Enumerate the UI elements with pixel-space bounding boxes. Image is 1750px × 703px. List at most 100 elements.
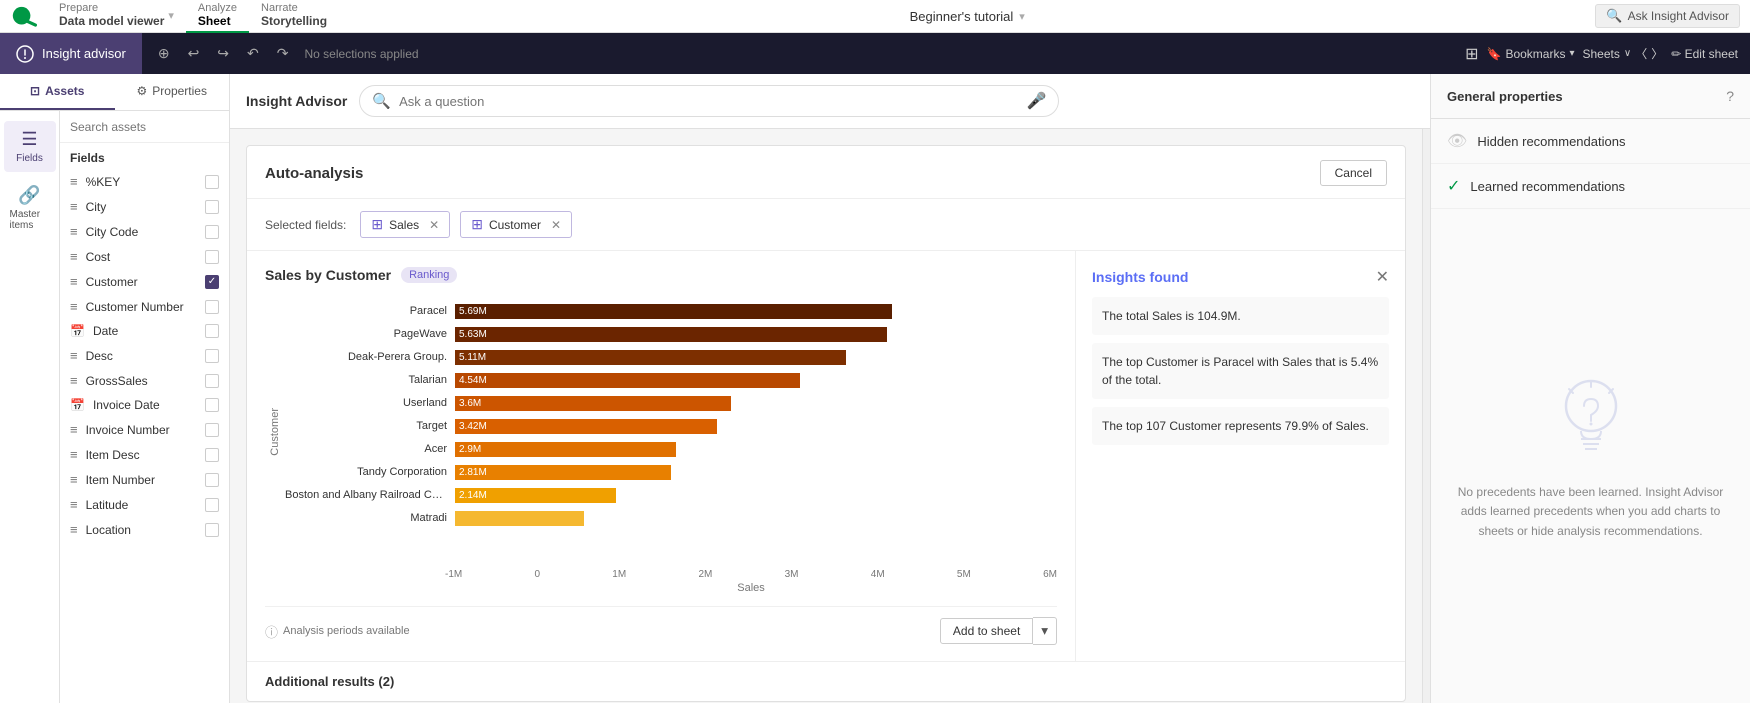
sales-field-tag[interactable]: ⊞ Sales ✕ [360, 211, 450, 238]
redo-icon-button[interactable]: ↷ [271, 41, 295, 66]
field-name-label: Date [93, 324, 197, 338]
remove-customer-icon[interactable]: ✕ [551, 218, 561, 232]
search-icon-bar: 🔍 [372, 92, 391, 110]
field-item[interactable]: ≡City Code [60, 219, 229, 244]
back-icon-button[interactable]: ↩ [182, 41, 206, 66]
bar-container: 5.63M [455, 327, 1057, 342]
top-bar-left: Prepare Data model viewer ▾ Analyze Shee… [10, 0, 339, 33]
search-bar[interactable]: 🔍 🎤 [359, 85, 1059, 117]
field-checkbox[interactable] [205, 523, 219, 537]
field-checkbox[interactable] [205, 200, 219, 214]
bar-container: 2.14M [455, 488, 1057, 503]
chart-bar: 5.63M [455, 327, 887, 342]
bar-label: Matradi [285, 512, 455, 524]
filter-icon-button[interactable]: ⊕ [152, 41, 176, 66]
add-btn[interactable]: Add to sheet [940, 618, 1033, 644]
hidden-recommendations-item[interactable]: 👁 Hidden recommendations [1431, 119, 1750, 164]
chart-row: Tandy Corporation 2.81M [285, 462, 1057, 482]
field-checkbox[interactable] [205, 349, 219, 363]
field-item[interactable]: ≡Customer✓ [60, 269, 229, 294]
bookmarks-button[interactable]: 🔖 Bookmarks ▾ [1486, 47, 1574, 61]
field-checkbox[interactable] [205, 324, 219, 338]
scroll-track[interactable] [1422, 129, 1430, 703]
field-item[interactable]: ≡Customer Number [60, 294, 229, 319]
narrate-menu[interactable]: Narrate Storytelling [249, 0, 339, 33]
x-axis-title: Sales [265, 582, 1057, 594]
help-icon[interactable]: ? [1726, 88, 1734, 104]
customer-field-tag[interactable]: ⊞ Customer ✕ [460, 211, 572, 238]
field-type-icon: ≡ [70, 497, 78, 512]
y-axis-label: Customer [269, 408, 281, 456]
field-item[interactable]: ≡Item Number [60, 467, 229, 492]
sheets-button[interactable]: Sheets ∨ 〈 〉 [1583, 45, 1664, 62]
calendar-icon: 📅 [70, 324, 85, 338]
field-item[interactable]: ≡%KEY [60, 169, 229, 194]
remove-sales-icon[interactable]: ✕ [429, 218, 439, 232]
add-dropdown-btn[interactable]: ▾ [1033, 617, 1057, 645]
mic-icon[interactable]: 🎤 [1026, 91, 1046, 111]
undo-icon-button[interactable]: ↶ [241, 41, 265, 66]
field-item[interactable]: ≡GrossSales [60, 368, 229, 393]
field-checkbox[interactable] [205, 300, 219, 314]
search-assets-box[interactable] [60, 111, 229, 143]
x-axis-labels: -1M 0 1M 2M 3M 4M 5M 6M [265, 569, 1057, 580]
master-items-nav[interactable]: 🔗 Master items [4, 177, 56, 239]
edit-sheet-button[interactable]: ✏ Edit sheet [1671, 47, 1738, 61]
search-assets-input[interactable] [70, 120, 219, 134]
y-axis-wrapper: Customer [265, 297, 285, 567]
field-checkbox[interactable]: ✓ [205, 275, 219, 289]
learned-recommendations-item[interactable]: ✓ Learned recommendations [1431, 164, 1750, 209]
auto-analysis-card: Auto-analysis Cancel Selected fields: ⊞ … [246, 145, 1406, 702]
chart-row: Userland 3.6M [285, 393, 1057, 413]
field-item[interactable]: ≡Cost [60, 244, 229, 269]
close-insights-button[interactable]: ✕ [1376, 267, 1389, 287]
assets-tab[interactable]: ⊡ Assets [0, 74, 115, 110]
add-to-sheet-button[interactable]: Add to sheet ▾ [940, 617, 1057, 645]
field-item[interactable]: ≡Item Desc [60, 442, 229, 467]
field-checkbox[interactable] [205, 498, 219, 512]
field-item[interactable]: 📅Invoice Date [60, 393, 229, 417]
field-checkbox[interactable] [205, 423, 219, 437]
fields-list: Fields ≡%KEY≡City≡City Code≡Cost≡Custome… [60, 111, 229, 703]
field-checkbox[interactable] [205, 374, 219, 388]
ranking-badge: Ranking [401, 267, 457, 283]
field-type-icon: ≡ [70, 249, 78, 264]
main-layout: ⊡ Assets ⚙ Properties ☰ Fields 🔗 Master … [0, 74, 1750, 703]
field-name-label: Invoice Date [93, 398, 197, 412]
cancel-button[interactable]: Cancel [1320, 160, 1387, 186]
prepare-menu[interactable]: Prepare Data model viewer ▾ [47, 0, 186, 33]
qlik-logo[interactable] [10, 5, 42, 27]
properties-tab[interactable]: ⚙ Properties [115, 74, 230, 110]
ask-question-input[interactable] [399, 94, 1018, 109]
fields-nav[interactable]: ☰ Fields [4, 121, 56, 172]
field-item[interactable]: ≡Desc [60, 343, 229, 368]
forward-icon-button[interactable]: ↪ [211, 41, 235, 66]
insight-advisor-tab[interactable]: Insight advisor [0, 33, 142, 74]
chart-body: Paracel 5.69M PageWave 5.63M Deak-Perera… [285, 297, 1057, 567]
chart-bar: 2.81M [455, 465, 671, 480]
insight-advisor-label: Insight advisor [42, 46, 126, 61]
no-precedents-text: No precedents have been learned. Insight… [1451, 483, 1730, 541]
analyze-menu[interactable]: Analyze Sheet [186, 0, 249, 33]
field-checkbox[interactable] [205, 175, 219, 189]
field-item[interactable]: ≡Latitude [60, 492, 229, 517]
chart-bar: 2.14M [455, 488, 616, 503]
bar-chart: Customer Paracel 5.69M PageWave 5.63M De… [265, 297, 1057, 567]
tutorial-title[interactable]: Beginner's tutorial ▾ [910, 9, 1025, 24]
no-selections-label: No selections applied [301, 47, 419, 61]
field-checkbox[interactable] [205, 448, 219, 462]
insights-title: Insights found [1092, 269, 1188, 285]
field-item[interactable]: ≡Invoice Number [60, 417, 229, 442]
field-checkbox[interactable] [205, 398, 219, 412]
field-checkbox[interactable] [205, 225, 219, 239]
grid-icon[interactable]: ⊞ [1465, 44, 1478, 64]
field-item[interactable]: ≡City [60, 194, 229, 219]
ask-insight-advisor-button[interactable]: 🔍 Ask Insight Advisor [1595, 4, 1740, 28]
chart-row: Boston and Albany Railroad Company 2.14M [285, 485, 1057, 505]
field-item[interactable]: 📅 Date [60, 319, 229, 343]
field-checkbox[interactable] [205, 473, 219, 487]
field-checkbox[interactable] [205, 250, 219, 264]
chart-row: Talarian 4.54M [285, 370, 1057, 390]
field-item[interactable]: ≡Location [60, 517, 229, 542]
chart-title: Sales by Customer [265, 267, 391, 283]
